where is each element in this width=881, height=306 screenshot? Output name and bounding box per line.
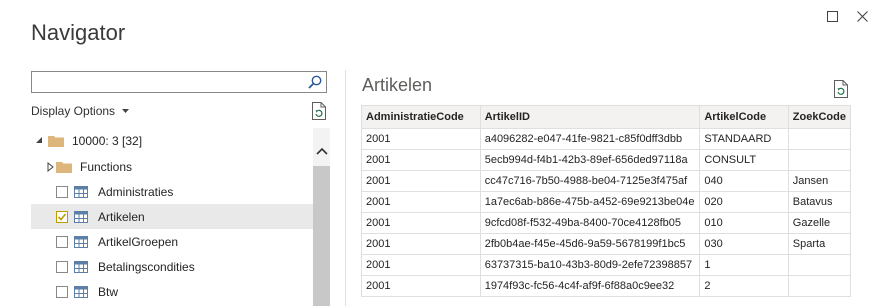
refresh-icon [834, 80, 848, 98]
tree-item-label: ArtikelGroepen [98, 234, 179, 249]
tree-item-label: Btw [98, 284, 119, 299]
table-cell: a4096282-e047-41fe-9821-c85f0dff3dbb [479, 128, 701, 150]
display-options-label: Display Options [31, 104, 116, 118]
refresh-icon [312, 102, 326, 120]
collapsed-caret-icon[interactable] [46, 162, 56, 172]
chevron-up-icon [315, 147, 328, 155]
tree-item-betalingscondities[interactable]: Betalingscondities [31, 254, 313, 279]
table-row: 2001 a4096282-e047-41fe-9821-c85f0dff3dbb… [361, 128, 851, 150]
refresh-button[interactable] [311, 102, 327, 125]
column-header[interactable]: AdministratieCode [361, 105, 481, 129]
close-icon [856, 10, 868, 22]
table-cell [787, 275, 851, 297]
table-cell: 2 [699, 275, 789, 297]
scroll-thumb[interactable] [313, 166, 330, 306]
table-cell: STANDAARD [699, 128, 789, 150]
table-cell: 2001 [361, 212, 481, 234]
search-input[interactable] [31, 71, 327, 93]
table-cell: 2001 [361, 233, 481, 255]
display-options-dropdown[interactable]: Display Options [31, 104, 130, 118]
close-button[interactable] [852, 6, 872, 26]
table-cell: 5ecb994d-f4b1-42b3-89ef-656ded97118a [479, 149, 701, 171]
table-row: 2001 cc47c716-7b50-4988-be04-7125e3f475af… [361, 170, 851, 192]
checkbox[interactable] [56, 261, 68, 273]
table-row: 2001 1a7ec6ab-b86e-475b-a452-69e9213be04e… [361, 191, 851, 213]
checkbox-checked[interactable] [56, 211, 68, 223]
tree-scrollbar[interactable] [313, 128, 330, 306]
table-cell: 2001 [361, 149, 481, 171]
tree-root-label: 10000: 3 [32] [72, 133, 143, 148]
folder-icon [48, 136, 64, 147]
preview-table-container: AdministratieCode ArtikelID ArtikelCode … [361, 105, 851, 306]
panel-divider [345, 70, 346, 306]
table-cell: 030 [699, 233, 789, 255]
column-header[interactable]: ArtikelID [479, 105, 701, 129]
table-cell: 1974f93c-fc56-4c4f-af9f-6f88a0c9ee32 [479, 275, 701, 297]
tree-item-functions[interactable]: Functions [31, 154, 313, 179]
table-row: 2001 63737315-ba10-43b3-80d9-2efe72398857… [361, 254, 851, 276]
table-cell: 1 [699, 254, 789, 276]
table-icon [74, 261, 88, 273]
table-icon [74, 186, 88, 198]
page-title: Navigator [31, 20, 126, 45]
table-cell: 63737315-ba10-43b3-80d9-2efe72398857 [479, 254, 701, 276]
column-header[interactable]: ArtikelCode [699, 105, 789, 129]
tree-item-administraties[interactable]: Administraties [31, 179, 313, 204]
tree-root-node[interactable]: 10000: 3 [32] [31, 128, 313, 153]
table-cell [787, 254, 851, 276]
table-row: 2001 5ecb994d-f4b1-42b3-89ef-656ded97118a… [361, 149, 851, 171]
table-cell: 2001 [361, 191, 481, 213]
table-cell: 1a7ec6ab-b86e-475b-a452-69e9213be04e [479, 191, 701, 213]
table-row: 2001 1974f93c-fc56-4c4f-af9f-6f88a0c9ee32… [361, 275, 851, 297]
tree-item-label: Functions [80, 159, 133, 174]
tree-item-label: Betalingscondities [98, 259, 195, 274]
scroll-up-button[interactable] [313, 142, 330, 160]
checkbox[interactable] [56, 186, 68, 198]
expanded-caret-icon[interactable] [35, 136, 45, 146]
column-header[interactable]: ZoekCode [787, 105, 851, 129]
search-icon[interactable] [308, 75, 322, 94]
folder-icon [56, 162, 72, 173]
tree-item-btw[interactable]: Btw [31, 279, 313, 304]
table-icon [74, 236, 88, 248]
table-row: 2001 2fb0b4ae-f45e-45d6-9a59-5678199f1bc5… [361, 233, 851, 255]
chevron-down-icon [122, 108, 130, 113]
tree-item-label: Administraties [98, 184, 174, 199]
checkbox[interactable] [56, 236, 68, 248]
preview-refresh-button[interactable] [833, 80, 849, 103]
table-cell: 2fb0b4ae-f45e-45d6-9a59-5678199f1bc5 [479, 233, 701, 255]
table-cell: CONSULT [699, 149, 789, 171]
tree-item-artikelen[interactable]: Artikelen [31, 204, 313, 229]
maximize-icon [826, 10, 838, 22]
table-cell: cc47c716-7b50-4988-be04-7125e3f475af [479, 170, 701, 192]
table-cell [787, 128, 851, 150]
table-cell: 9cfcd08f-f532-49ba-8400-70ce4128fb05 [479, 212, 701, 234]
checkmark-icon [57, 213, 67, 221]
maximize-button[interactable] [822, 6, 842, 26]
table-row: 2001 9cfcd08f-f532-49ba-8400-70ce4128fb05… [361, 212, 851, 234]
navigator-tree: 10000: 3 [32] Functions Administraties A… [31, 126, 313, 306]
table-cell [787, 149, 851, 171]
table-cell: Batavus [787, 191, 851, 213]
table-cell: 020 [699, 191, 789, 213]
table-cell: 2001 [361, 170, 481, 192]
preview-title: Artikelen [362, 75, 433, 95]
table-cell: 2001 [361, 275, 481, 297]
table-cell: Sparta [787, 233, 851, 255]
table-cell: Jansen [787, 170, 851, 192]
table-cell: 2001 [361, 128, 481, 150]
table-cell: 2001 [361, 254, 481, 276]
table-icon [74, 211, 88, 223]
tree-item-artikelgroepen[interactable]: ArtikelGroepen [31, 229, 313, 254]
table-cell: Gazelle [787, 212, 851, 234]
table-header-row: AdministratieCode ArtikelID ArtikelCode … [361, 105, 851, 129]
preview-table: AdministratieCode ArtikelID ArtikelCode … [361, 105, 851, 297]
table-cell: 010 [699, 212, 789, 234]
checkbox[interactable] [56, 286, 68, 298]
table-icon [74, 286, 88, 298]
table-cell: 040 [699, 170, 789, 192]
tree-item-label: Artikelen [98, 209, 145, 224]
